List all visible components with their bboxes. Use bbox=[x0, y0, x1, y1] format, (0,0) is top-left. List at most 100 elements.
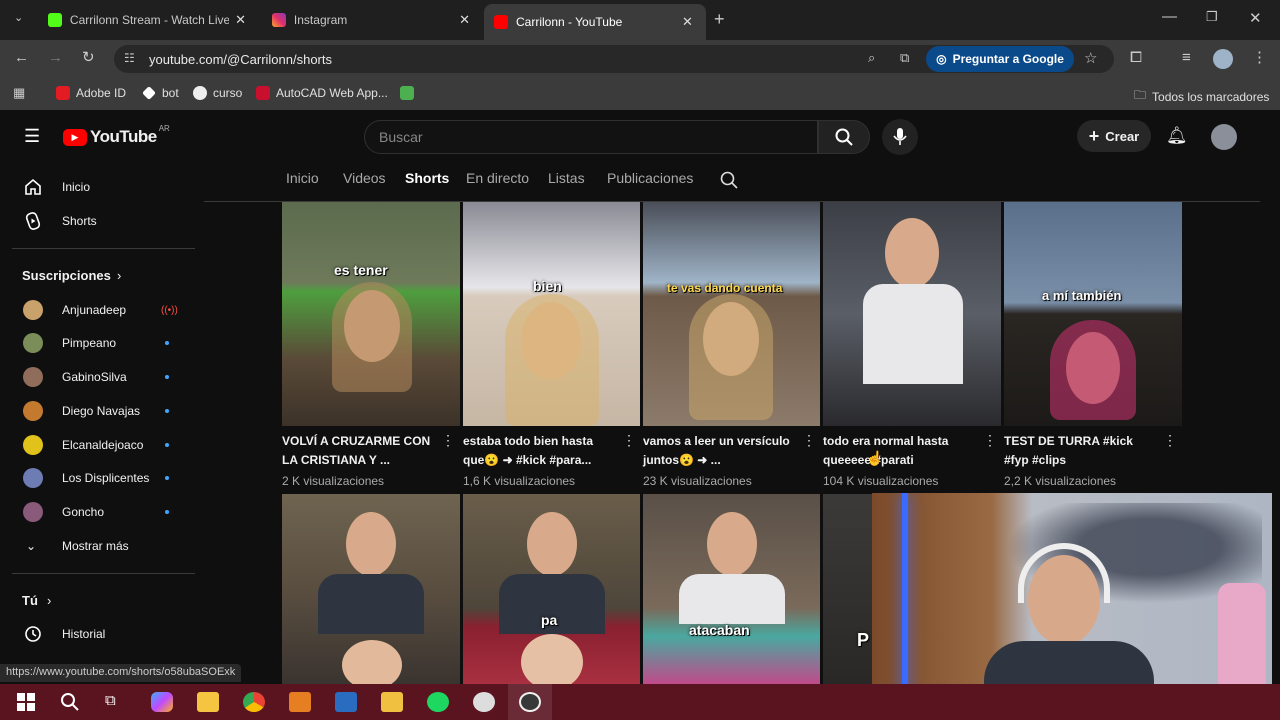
more-options-icon[interactable]: ⋮ bbox=[441, 433, 455, 447]
sidebar-item-los-displicentes[interactable]: Los Displicentes bbox=[0, 461, 195, 495]
close-icon[interactable]: ✕ bbox=[459, 12, 470, 28]
create-label: Crear bbox=[1105, 128, 1140, 144]
short-title[interactable]: vamos a leer un versículo juntos😮 ➜ ... bbox=[643, 432, 793, 470]
more-options-icon[interactable]: ⋮ bbox=[802, 433, 816, 447]
subscriptions-header[interactable]: Suscripciones › bbox=[0, 258, 195, 292]
channel-search-icon[interactable] bbox=[720, 171, 738, 189]
sidebar-item-label: GabinoSilva bbox=[62, 370, 127, 384]
sidebar-item-shorts[interactable]: Shorts bbox=[0, 204, 195, 238]
search-input[interactable]: Buscar bbox=[364, 120, 818, 154]
tab-instagram[interactable]: Instagram ✕ bbox=[262, 6, 480, 34]
app-icon[interactable] bbox=[335, 692, 357, 712]
tab-videos[interactable]: Videos bbox=[343, 170, 386, 186]
bookmark-extra[interactable] bbox=[400, 86, 420, 100]
account-avatar[interactable] bbox=[1211, 124, 1237, 150]
install-icon[interactable]: ⧉ bbox=[900, 50, 909, 66]
sidebar-item-pimpeano[interactable]: Pimpeano bbox=[0, 326, 195, 360]
copilot-icon[interactable] bbox=[151, 692, 173, 712]
app-icon[interactable] bbox=[381, 692, 403, 712]
ask-google-button[interactable]: ◎ Preguntar a Google bbox=[926, 46, 1074, 72]
more-options-icon[interactable]: ⋮ bbox=[622, 433, 636, 447]
tab-title: Carrilonn - YouTube bbox=[516, 15, 623, 29]
tab-publicaciones[interactable]: Publicaciones bbox=[607, 170, 693, 186]
menu-icon[interactable]: ⋮ bbox=[1252, 48, 1267, 66]
star-icon[interactable]: ☆ bbox=[1084, 49, 1097, 67]
tab-youtube[interactable]: Carrilonn - YouTube ✕ bbox=[484, 4, 706, 40]
youtube-logo[interactable]: ▶ YouTube AR bbox=[63, 124, 170, 147]
media-controls-icon[interactable]: ≡ bbox=[1182, 49, 1191, 66]
site-info-icon[interactable]: ☷ bbox=[124, 51, 135, 65]
short-views: 23 K visualizaciones bbox=[643, 474, 752, 488]
short-thumbnail[interactable]: P bbox=[823, 494, 873, 684]
tab-search-chevron-icon[interactable]: ⌄ bbox=[14, 11, 23, 24]
sidebar-item-goncho[interactable]: Goncho bbox=[0, 495, 195, 529]
forward-icon[interactable]: → bbox=[48, 49, 63, 66]
window-close-icon[interactable]: ✕ bbox=[1249, 9, 1262, 27]
short-thumbnail[interactable]: a mí también bbox=[1004, 202, 1182, 426]
face-shape bbox=[527, 512, 577, 576]
sidebar-item-elcanaldejoaco[interactable]: Elcanaldejoaco bbox=[0, 428, 195, 462]
you-header[interactable]: Tú › bbox=[0, 583, 195, 617]
restore-icon[interactable]: ❐ bbox=[1206, 9, 1218, 25]
task-view-icon[interactable]: ⧉ bbox=[105, 692, 127, 712]
sidebar-item-diego-navajas[interactable]: Diego Navajas bbox=[0, 394, 195, 428]
app-icon[interactable] bbox=[473, 692, 495, 712]
tab-en-directo[interactable]: En directo bbox=[466, 170, 529, 186]
short-title[interactable]: todo era normal hasta queeeee #parati bbox=[823, 432, 973, 470]
voice-search-button[interactable] bbox=[882, 119, 918, 155]
tab-inicio[interactable]: Inicio bbox=[286, 170, 319, 186]
short-thumbnail[interactable] bbox=[823, 202, 1001, 426]
all-bookmarks[interactable]: 🗀 Todos los marcadores bbox=[1134, 86, 1269, 107]
sidebar-item-anjunadeep[interactable]: Anjunadeep ((•)) bbox=[0, 293, 195, 327]
spotify-icon[interactable] bbox=[427, 692, 449, 712]
profile-avatar[interactable] bbox=[1213, 49, 1233, 69]
short-title[interactable]: TEST DE TURRA #kick #fyp #clips bbox=[1004, 432, 1154, 470]
short-thumbnail[interactable] bbox=[282, 494, 460, 684]
short-title[interactable]: estaba todo bien hasta que😮 ➜ #kick #par… bbox=[463, 432, 613, 470]
short-thumbnail[interactable]: atacaban bbox=[643, 494, 820, 684]
tab-listas[interactable]: Listas bbox=[548, 170, 585, 186]
short-thumbnail[interactable]: pa bbox=[463, 494, 640, 684]
tab-title: Carrilonn Stream - Watch Live on bbox=[69, 13, 230, 27]
chrome-icon[interactable] bbox=[243, 692, 265, 712]
new-tab-icon[interactable]: + bbox=[714, 9, 725, 30]
shorts-icon bbox=[25, 212, 41, 230]
notifications-bell-icon[interactable]: 🔔︎ bbox=[1166, 126, 1188, 146]
sidebar-item-gabinosilva[interactable]: GabinoSilva bbox=[0, 360, 195, 394]
autocad-icon bbox=[256, 86, 270, 100]
bookmark-label: Adobe ID bbox=[76, 86, 127, 100]
close-icon[interactable]: ✕ bbox=[682, 14, 693, 30]
zoom-icon[interactable]: ⌕ bbox=[868, 50, 875, 66]
file-explorer-icon[interactable] bbox=[197, 692, 219, 712]
minimize-icon[interactable]: — bbox=[1162, 8, 1177, 25]
short-thumbnail[interactable]: es tener bbox=[282, 202, 460, 426]
short-title[interactable]: VOLVÍ A CRUZARME CON LA CRISTIANA Y ... bbox=[282, 432, 432, 470]
extensions-icon[interactable]: ⧠ bbox=[1130, 49, 1142, 66]
short-thumbnail[interactable]: bien bbox=[463, 202, 640, 426]
windows-start-icon[interactable] bbox=[15, 692, 37, 712]
url-text: youtube.com/@Carrilonn/shorts bbox=[149, 51, 332, 67]
tab-kick[interactable]: Carrilonn Stream - Watch Live on ✕ bbox=[38, 6, 256, 34]
more-options-icon[interactable]: ⋮ bbox=[1163, 433, 1177, 447]
close-icon[interactable]: ✕ bbox=[235, 12, 246, 28]
bookmark-bot[interactable]: bot bbox=[142, 86, 179, 100]
sidebar-item-inicio[interactable]: Inicio bbox=[0, 170, 195, 204]
search-icon[interactable] bbox=[59, 692, 81, 712]
media-player-icon[interactable] bbox=[289, 692, 311, 712]
tab-shorts[interactable]: Shorts bbox=[405, 170, 449, 186]
more-options-icon[interactable]: ⋮ bbox=[983, 433, 997, 447]
sidebar-item-historial[interactable]: Historial bbox=[0, 617, 195, 651]
bookmark-autocad[interactable]: AutoCAD Web App... bbox=[256, 86, 388, 100]
apps-grid-icon[interactable]: ▦ bbox=[13, 85, 25, 101]
back-icon[interactable]: ← bbox=[14, 49, 29, 66]
short-thumbnail[interactable]: te vas dando cuenta bbox=[643, 202, 820, 426]
create-button[interactable]: + Crear bbox=[1077, 120, 1151, 152]
show-more-button[interactable]: ⌄ Mostrar más bbox=[0, 529, 195, 563]
short-caption: pa bbox=[541, 612, 558, 628]
hamburger-menu-icon[interactable]: ☰ bbox=[24, 126, 40, 147]
all-bookmarks-label: Todos los marcadores bbox=[1152, 89, 1270, 104]
search-button[interactable] bbox=[818, 120, 870, 154]
reload-icon[interactable]: ↻ bbox=[82, 48, 95, 66]
bookmark-adobe[interactable]: Adobe ID bbox=[56, 86, 126, 100]
bookmark-curso[interactable]: curso bbox=[193, 86, 242, 100]
